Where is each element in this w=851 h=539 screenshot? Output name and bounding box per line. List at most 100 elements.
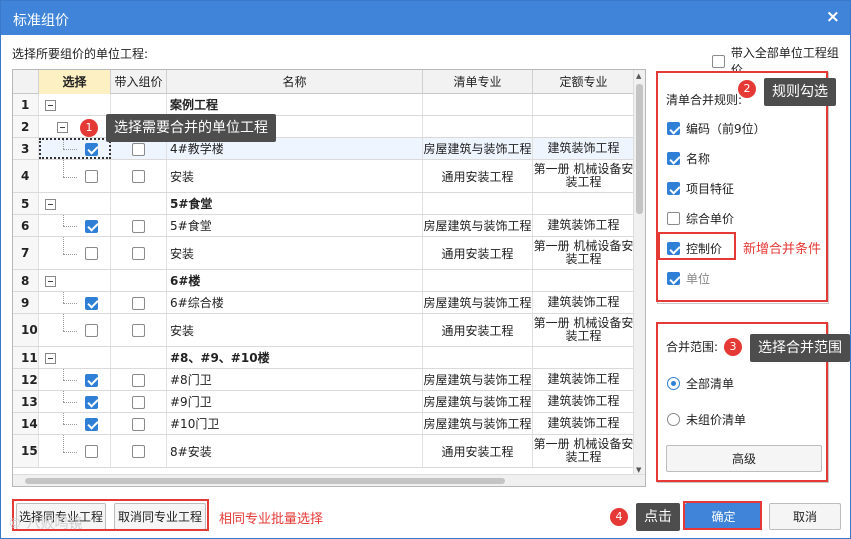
row-number: 12: [13, 369, 39, 390]
cancel-button[interactable]: 取消: [769, 503, 841, 530]
name-cell: 安装: [167, 237, 423, 269]
name-cell: 6#楼: [167, 270, 423, 291]
select-cell[interactable]: [39, 435, 111, 467]
bring-cell[interactable]: [111, 347, 167, 368]
quota-cell: [533, 94, 635, 115]
table-row[interactable]: 15 8#安装 通用安装工程 第一册 机械设备安装工程: [13, 435, 635, 468]
header-spec[interactable]: 清单专业: [423, 70, 533, 94]
row-number: 11: [13, 347, 39, 368]
table-row[interactable]: 4 安装 通用安装工程 第一册 机械设备安装工程: [13, 160, 635, 193]
select-checkbox[interactable]: [85, 417, 98, 431]
bring-checkbox[interactable]: [132, 142, 145, 156]
table-row[interactable]: 11 #8、#9、#10楼: [13, 347, 635, 369]
bring-cell[interactable]: [111, 391, 167, 412]
table-row[interactable]: 10 安装 通用安装工程 第一册 机械设备安装工程: [13, 314, 635, 347]
select-cell[interactable]: [39, 314, 111, 346]
bring-cell[interactable]: [111, 292, 167, 313]
select-cell[interactable]: [39, 270, 111, 291]
bring-checkbox[interactable]: [132, 324, 145, 337]
collapse-icon[interactable]: [45, 99, 56, 111]
header-select[interactable]: 选择: [39, 70, 111, 94]
spec-cell: [423, 94, 533, 115]
bring-cell[interactable]: [111, 413, 167, 434]
select-checkbox[interactable]: [85, 324, 98, 337]
bring-cell[interactable]: [111, 94, 167, 115]
horizontal-scroll-thumb[interactable]: [25, 478, 505, 484]
include-all-checkbox-box[interactable]: [712, 54, 725, 68]
tree-connector: [63, 237, 64, 254]
bring-cell[interactable]: [111, 270, 167, 291]
table-row[interactable]: 1 案例工程: [13, 94, 635, 116]
bring-checkbox[interactable]: [132, 395, 145, 409]
scroll-up-icon[interactable]: ▲: [636, 72, 641, 80]
bring-checkbox[interactable]: [132, 445, 145, 458]
quota-cell: 建筑装饰工程: [533, 215, 635, 236]
select-cell[interactable]: [39, 369, 111, 390]
select-cell[interactable]: [39, 160, 111, 192]
table-row[interactable]: 8 6#楼: [13, 270, 635, 292]
table-row[interactable]: 9 6#综合楼 房屋建筑与装饰工程 建筑装饰工程: [13, 292, 635, 314]
table-row[interactable]: 13 #9门卫 房屋建筑与装饰工程 建筑装饰工程: [13, 391, 635, 413]
name-cell: 安装: [167, 160, 423, 192]
select-cell[interactable]: [39, 116, 111, 137]
table-row[interactable]: 14 #10门卫 房屋建筑与装饰工程 建筑装饰工程: [13, 413, 635, 435]
scroll-down-icon[interactable]: ▼: [636, 466, 641, 474]
header-name[interactable]: 名称: [167, 70, 423, 94]
header-bring[interactable]: 带入组价: [111, 70, 167, 94]
collapse-icon[interactable]: [45, 352, 56, 364]
bring-cell[interactable]: [111, 435, 167, 467]
select-checkbox[interactable]: [85, 247, 98, 260]
select-cell[interactable]: [39, 413, 111, 434]
row-number: 8: [13, 270, 39, 291]
vertical-scroll-thumb[interactable]: [636, 84, 643, 214]
select-cell[interactable]: [39, 391, 111, 412]
bring-checkbox[interactable]: [132, 417, 145, 431]
collapse-icon[interactable]: [45, 275, 56, 287]
bring-checkbox[interactable]: [132, 373, 145, 387]
select-checkbox[interactable]: [85, 373, 98, 387]
select-checkbox[interactable]: [85, 445, 98, 458]
select-cell[interactable]: [39, 215, 111, 236]
bring-checkbox[interactable]: [132, 247, 145, 260]
bring-cell[interactable]: [111, 215, 167, 236]
bring-checkbox[interactable]: [132, 170, 145, 183]
select-cell[interactable]: [39, 94, 111, 115]
collapse-icon[interactable]: [57, 121, 68, 133]
select-cell[interactable]: [39, 292, 111, 313]
bring-checkbox[interactable]: [132, 296, 145, 310]
select-cell[interactable]: [39, 347, 111, 368]
step-2-callout: 规则勾选: [764, 78, 836, 106]
select-units-prompt: 选择所要组价的单位工程:: [12, 47, 149, 61]
collapse-icon[interactable]: [45, 198, 56, 210]
table-row[interactable]: 12 #8门卫 房屋建筑与装饰工程 建筑装饰工程: [13, 369, 635, 391]
bring-checkbox[interactable]: [132, 219, 145, 233]
step-4-callout: 点击: [636, 503, 680, 531]
select-checkbox[interactable]: [85, 296, 98, 310]
control-price-highlight-box: [658, 232, 736, 260]
spec-cell: 通用安装工程: [423, 314, 533, 346]
name-cell: #8门卫: [167, 369, 423, 390]
spec-cell: 通用安装工程: [423, 237, 533, 269]
table-row[interactable]: 5 5#食堂: [13, 193, 635, 215]
tree-connector: [63, 391, 64, 402]
select-cell[interactable]: [39, 237, 111, 269]
bring-cell[interactable]: [111, 237, 167, 269]
bring-cell[interactable]: [111, 193, 167, 214]
bring-cell[interactable]: [111, 160, 167, 192]
select-checkbox[interactable]: [85, 170, 98, 183]
header-quota[interactable]: 定额专业: [533, 70, 635, 94]
vertical-scrollbar[interactable]: ▲ ▼: [633, 70, 645, 476]
bring-cell[interactable]: [111, 369, 167, 390]
table-row[interactable]: 6 5#食堂 房屋建筑与装饰工程 建筑装饰工程: [13, 215, 635, 237]
select-checkbox[interactable]: [85, 219, 98, 233]
select-cell[interactable]: [39, 193, 111, 214]
table-row[interactable]: 7 安装 通用安装工程 第一册 机械设备安装工程: [13, 237, 635, 270]
row-number: 9: [13, 292, 39, 313]
bring-cell[interactable]: [111, 314, 167, 346]
spec-cell: 房屋建筑与装饰工程: [423, 369, 533, 390]
select-checkbox[interactable]: [85, 395, 98, 409]
close-icon[interactable]: ×: [826, 7, 840, 27]
focused-cell-outline: [39, 138, 111, 159]
horizontal-scrollbar[interactable]: [13, 474, 645, 486]
name-cell: #10门卫: [167, 413, 423, 434]
